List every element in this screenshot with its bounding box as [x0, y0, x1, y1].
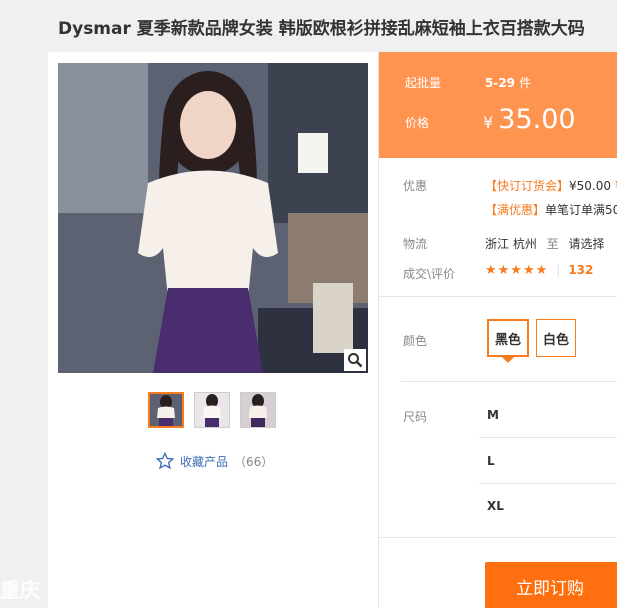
size-label: 尺码 [403, 410, 428, 424]
deal-count: 132 [568, 263, 594, 277]
logistics-to-word: 至 [546, 237, 559, 251]
thumbnail-image [195, 393, 229, 427]
product-photo-illustration [58, 63, 368, 373]
min-order-range: 5-29 [485, 76, 516, 90]
promo-text-2: 单笔订单满50 [545, 203, 617, 217]
star-outline-icon [156, 452, 174, 470]
size-option-xl[interactable]: XL [487, 499, 504, 513]
divider [479, 483, 617, 484]
min-order-value: 5-29 件 [485, 74, 531, 91]
promo-line-1[interactable]: 【快订订货会】¥50.00 ¥ [485, 177, 617, 194]
min-order-label: 起批量 [405, 76, 442, 90]
logistics-from: 浙江 杭州 [485, 237, 537, 251]
thumbnail-2[interactable] [194, 392, 230, 428]
color-option-white[interactable]: 白色 [536, 319, 577, 357]
favorite-label: 收藏产品 [180, 454, 229, 469]
buy-now-button[interactable]: 立即订购 [485, 562, 617, 608]
promo-text-1: ¥50.00 [569, 179, 612, 193]
divider [379, 537, 617, 538]
main-product-image[interactable] [58, 63, 368, 373]
size-option-m[interactable]: M [487, 408, 499, 422]
favorite-count: （66） [234, 454, 274, 469]
divider [401, 381, 617, 382]
promo-tag-1: 【快订订货会】 [485, 179, 570, 193]
logistics-value: 浙江 杭州 至 请选择 [485, 235, 605, 252]
size-option-l[interactable]: L [487, 454, 495, 468]
color-option-black[interactable]: 黑色 [487, 319, 530, 363]
divider [479, 437, 617, 438]
divider [379, 296, 617, 297]
separator: | [556, 263, 561, 277]
logistics-label: 物流 [403, 237, 428, 251]
price-number: 35.00 [498, 104, 576, 135]
zoom-button[interactable] [344, 349, 366, 371]
price-label: 价格 [405, 116, 430, 130]
reviews-label: 成交\评价 [403, 267, 456, 281]
thumbnail-1[interactable] [148, 392, 184, 428]
thumbnail-image [150, 394, 182, 426]
gallery-panel: 收藏产品 （66） [48, 52, 378, 608]
currency-symbol: ¥ [483, 113, 494, 132]
color-option-label: 黑色 [495, 332, 522, 348]
thumbnail-3[interactable] [240, 392, 276, 428]
price-box: 起批量 5-29 件 价格 ¥ 35.00 [379, 52, 617, 158]
price-value: ¥ 35.00 [483, 104, 576, 135]
thumbnail-image [241, 393, 275, 427]
promo-line-2[interactable]: 【满优惠】单笔订单满50 [485, 201, 617, 218]
min-order-unit: 件 [519, 76, 532, 90]
thumbnail-strip [148, 392, 276, 428]
logistics-destination-select[interactable]: 请选择 [569, 237, 605, 251]
watermark-text: 重庆 [0, 578, 40, 602]
color-option-label: 白色 [543, 332, 570, 348]
magnifier-icon [348, 353, 363, 368]
reviews-value[interactable]: ★★★★★ | 132 [485, 263, 593, 278]
product-info-panel: 起批量 5-29 件 价格 ¥ 35.00 优惠 【快订订货会】¥50.00 ¥… [378, 52, 617, 608]
rating-stars-icon: ★★★★★ [485, 263, 549, 278]
color-label: 颜色 [403, 334, 428, 348]
promo-label: 优惠 [403, 179, 428, 193]
favorite-product-link[interactable]: 收藏产品 （66） [156, 452, 273, 470]
product-title: Dysmar 夏季新款品牌女装 韩版欧根衫拼接乱麻短袖上衣百搭款大码 [58, 19, 585, 39]
promo-tag-2: 【满优惠】 [485, 203, 546, 217]
